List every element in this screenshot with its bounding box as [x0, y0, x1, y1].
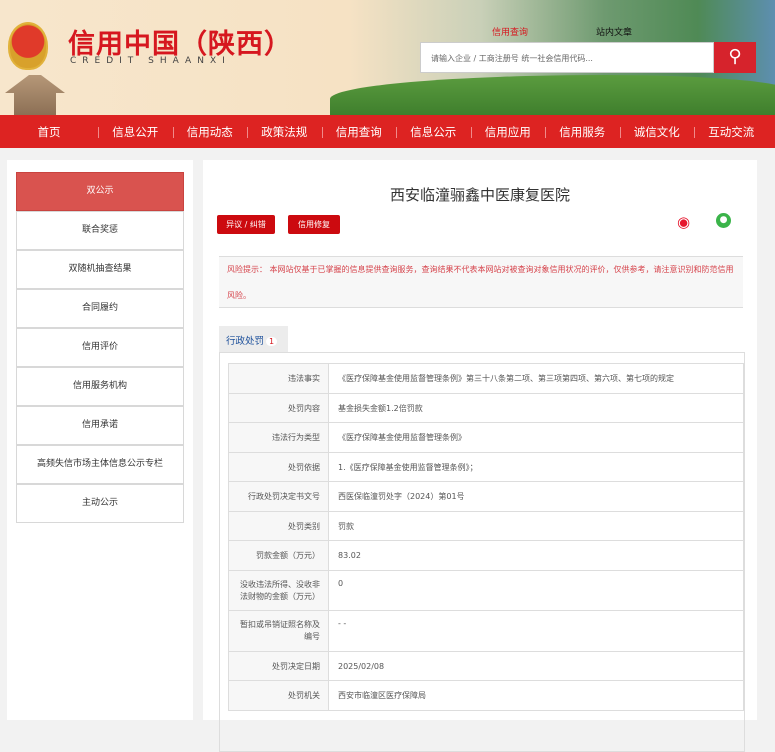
row-value: 西医保临潼罚处字（2024）第01号	[328, 481, 744, 512]
nav-item[interactable]: 政策法规	[247, 124, 322, 140]
row-value: 西安市临潼区医疗保障局	[328, 680, 744, 711]
sidebar-item[interactable]: 合同履约	[16, 289, 184, 328]
row-label: 暂扣或吊销证照名称及编号	[228, 610, 329, 652]
row-label: 处罚类别	[228, 511, 329, 541]
nav-item[interactable]: 首页	[0, 124, 98, 140]
row-label: 处罚依据	[228, 452, 329, 482]
nav-item[interactable]: 信用查询	[321, 124, 397, 140]
row-value: 1.《医疗保障基金使用监督管理条例》；	[328, 452, 744, 482]
wechat-share-icon[interactable]: ●	[716, 213, 731, 228]
search-button[interactable]: ⚲	[714, 42, 756, 73]
sidebar: 双公示 联合奖惩 双随机抽查结果 合同履约 信用评价 信用服务机构 信用承诺 高…	[7, 160, 193, 720]
sidebar-item[interactable]: 联合奖惩	[16, 211, 184, 250]
search-input[interactable]: 请输入企业 / 工商注册号 统一社会信用代码...	[420, 42, 714, 73]
table-row: 处罚机关 西安市临潼区医疗保障局	[228, 680, 744, 711]
sidebar-item[interactable]: 双公示	[16, 172, 184, 211]
table-row: 违法行为类型 《医疗保障基金使用监督管理条例》	[228, 422, 744, 453]
sidebar-item[interactable]: 信用承诺	[16, 406, 184, 445]
site-header: 信用中国（陕西） CREDIT SHAANXI 信用查询 站内文章 请输入企业 …	[0, 0, 775, 115]
weibo-share-icon[interactable]: ◉	[677, 213, 697, 233]
row-value: 83.02	[328, 540, 744, 571]
row-label: 处罚决定日期	[228, 651, 329, 681]
nav-item[interactable]: 诚信文化	[619, 124, 695, 140]
table-row: 罚款金额（万元） 83.02	[228, 540, 744, 571]
nav-item[interactable]: 信息公开	[98, 124, 173, 140]
row-label: 违法行为类型	[228, 422, 329, 453]
row-value: 基金损失金额1.2倍罚款	[328, 393, 744, 423]
credit-repair-button[interactable]: 信用修复	[288, 215, 340, 234]
site-logo-subtitle: CREDIT SHAANXI	[70, 56, 231, 66]
table-row: 没收违法所得、没收非法财物的金额（万元） 0	[228, 570, 744, 611]
nav-item[interactable]: 互动交流	[694, 124, 769, 140]
row-label: 违法事实	[228, 363, 329, 394]
row-value: 罚款	[328, 511, 744, 541]
search-tab-articles[interactable]: 站内文章	[596, 25, 632, 38]
row-value: 《医疗保障基金使用监督管理条例》	[328, 422, 744, 453]
penalty-table: 违法事实 《医疗保障基金使用监督管理条例》第三十八条第二项、第三项第四项、第六项、…	[228, 363, 744, 711]
nav-item[interactable]: 信用服务	[545, 124, 620, 140]
search-icon: ⚲	[728, 46, 742, 67]
main-nav: 首页 信息公开 信用动态 政策法规 信用查询 信息公示 信用应用 信用服务 诚信…	[0, 115, 775, 148]
sidebar-item[interactable]: 主动公示	[16, 484, 184, 523]
tower-decoration	[5, 75, 65, 115]
tab-label: 行政处罚	[226, 336, 265, 347]
risk-notice: 风险提示： 本网站仅基于已掌握的信息提供查询服务，查询结果不代表本网站对被查询对…	[219, 256, 743, 308]
main-content: 西安临潼骊鑫中医康复医院 异议 / 纠错 信用修复 ◉ ● 风险提示： 本网站仅…	[203, 160, 757, 752]
table-row: 行政处罚决定书文号 西医保临潼罚处字（2024）第01号	[228, 481, 744, 512]
row-label: 罚款金额（万元）	[228, 540, 329, 571]
row-value: 《医疗保障基金使用监督管理条例》第三十八条第二项、第三项第四项、第六项、第七项的…	[328, 363, 744, 394]
nav-item[interactable]: 信用应用	[470, 124, 546, 140]
row-label: 行政处罚决定书文号	[228, 481, 329, 512]
nav-item[interactable]: 信息公示	[396, 124, 471, 140]
sidebar-item[interactable]: 信用服务机构	[16, 367, 184, 406]
sidebar-item[interactable]: 高频失信市场主体信息公示专栏	[16, 445, 184, 484]
count-badge: 1	[266, 337, 278, 346]
search-tab-credit[interactable]: 信用查询	[492, 25, 528, 38]
national-emblem-icon	[8, 22, 48, 70]
landscape-decoration	[330, 75, 775, 115]
row-value: 0	[328, 570, 744, 611]
row-value: 2025/02/08	[328, 651, 744, 681]
table-row: 违法事实 《医疗保障基金使用监督管理条例》第三十八条第二项、第三项第四项、第六项、…	[228, 363, 744, 394]
table-row: 处罚内容 基金损失金额1.2倍罚款	[228, 393, 744, 423]
objection-button[interactable]: 异议 / 纠错	[217, 215, 275, 234]
nav-item[interactable]: 信用动态	[172, 124, 248, 140]
table-row: 处罚类别 罚款	[228, 511, 744, 541]
table-row: 暂扣或吊销证照名称及编号 - -	[228, 610, 744, 652]
table-row: 处罚依据 1.《医疗保障基金使用监督管理条例》；	[228, 452, 744, 482]
sidebar-item[interactable]: 双随机抽查结果	[16, 250, 184, 289]
row-label: 处罚机关	[228, 680, 329, 711]
row-label: 没收违法所得、没收非法财物的金额（万元）	[228, 570, 329, 611]
table-row: 处罚决定日期 2025/02/08	[228, 651, 744, 681]
page-title: 西安临潼骊鑫中医康复医院	[389, 186, 570, 204]
row-label: 处罚内容	[228, 393, 329, 423]
tab-administrative-penalty[interactable]: 行政处罚 1	[219, 326, 288, 353]
sidebar-item[interactable]: 信用评价	[16, 328, 184, 367]
row-value: - -	[328, 610, 744, 652]
